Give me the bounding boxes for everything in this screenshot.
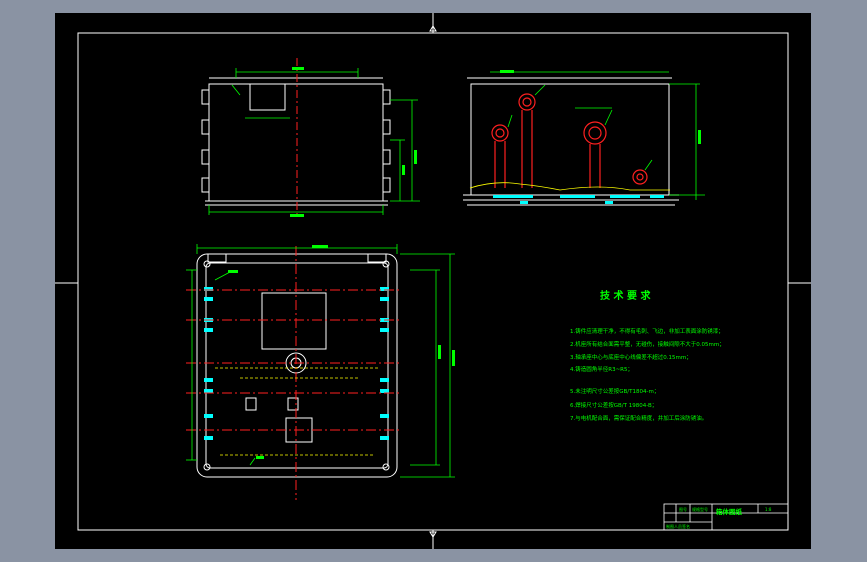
title-block-model: 规格型号 [692,506,708,512]
note-item: 5.未注明尺寸公差按GB/T1804-m； [570,387,659,395]
cad-drawing-canvas[interactable]: 技 术 要 求 1.铸件应清理干净，不得有毛刺、飞边，非加工表面涂防锈漆； 2.机… [0,0,867,562]
model-space[interactable] [55,13,811,549]
title-block-scale: 1:8 [765,507,772,512]
title-block-drafter: 制图人员签名 [666,523,690,529]
title-block-drawing-no: 图号 [679,506,687,512]
note-item: 2.机座所有结合面需平整，无碰伤，接触间隙不大于0.05mm； [570,340,725,348]
note-item: 3.轴承座中心与底座中心线偏差不超过0.15mm； [570,353,692,361]
note-item: 4.铸造圆角半径R3~R5； [570,365,633,373]
note-item: 6.焊接尺寸公差按GB/T 19804-B； [570,401,657,409]
note-item: 1.铸件应清理干净，不得有毛刺、飞边，非加工表面涂防锈漆； [570,327,724,335]
note-item: 7.与电机配合面，需保证配合精度，并加工后涂防锈油。 [570,414,707,422]
title-block-name: 箱体图纸 [716,507,743,516]
notes-title: 技 术 要 求 [600,289,651,302]
